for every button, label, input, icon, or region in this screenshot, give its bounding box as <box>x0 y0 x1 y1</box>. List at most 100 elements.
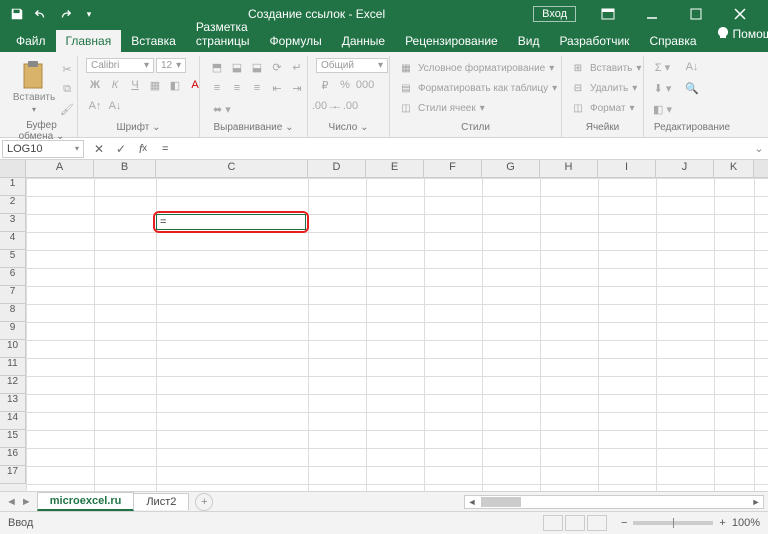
autosum-icon[interactable]: Σ ▾ <box>652 58 673 76</box>
cell-styles-button[interactable]: ◫Стили ячеек▾ <box>398 100 557 116</box>
row-header-3[interactable]: 3 <box>0 214 26 232</box>
border-button[interactable]: ▦ <box>146 76 164 94</box>
page-break-view-icon[interactable] <box>587 515 607 531</box>
format-painter-icon[interactable]: 🖌 <box>58 100 76 118</box>
cancel-formula-icon[interactable]: ✕ <box>88 139 110 159</box>
col-header-J[interactable]: J <box>656 160 714 177</box>
tab-formulas[interactable]: Формулы <box>259 30 331 52</box>
tab-help[interactable]: Справка <box>639 30 706 52</box>
col-header-A[interactable]: A <box>26 160 94 177</box>
col-header-D[interactable]: D <box>308 160 366 177</box>
conditional-formatting-button[interactable]: ▦Условное форматирование▾ <box>398 60 557 76</box>
save-icon[interactable] <box>6 3 28 25</box>
bold-button[interactable]: Ж <box>86 76 104 94</box>
italic-button[interactable]: К <box>106 76 124 94</box>
tab-page-layout[interactable]: Разметка страницы <box>186 16 260 52</box>
undo-icon[interactable] <box>30 3 52 25</box>
col-header-C[interactable]: C <box>156 160 308 177</box>
scroll-thumb[interactable] <box>481 497 521 507</box>
font-size-select[interactable]: 12▾ <box>156 58 186 73</box>
percent-format-icon[interactable]: % <box>336 76 354 94</box>
number-format-select[interactable]: Общий▾ <box>316 58 388 73</box>
row-header-8[interactable]: 8 <box>0 304 26 322</box>
col-header-H[interactable]: H <box>540 160 598 177</box>
align-left-icon[interactable]: ≡ <box>208 79 226 97</box>
active-cell[interactable]: = <box>156 214 306 230</box>
col-header-K[interactable]: K <box>714 160 754 177</box>
ribbon-display-icon[interactable] <box>586 0 630 28</box>
zoom-slider[interactable] <box>633 521 713 525</box>
tab-developer[interactable]: Разработчик <box>549 30 639 52</box>
spreadsheet-grid[interactable]: ABCDEFGHIJK 1234567891011121314151617 = <box>0 160 768 492</box>
add-sheet-button[interactable]: + <box>195 493 213 511</box>
decrease-font-icon[interactable]: A↓ <box>106 97 124 115</box>
zoom-level[interactable]: 100% <box>732 517 760 529</box>
row-header-4[interactable]: 4 <box>0 232 26 250</box>
row-header-9[interactable]: 9 <box>0 322 26 340</box>
tab-review[interactable]: Рецензирование <box>395 30 508 52</box>
fill-color-button[interactable]: ◧ <box>166 76 184 94</box>
tab-home[interactable]: Главная <box>56 30 122 52</box>
decrease-indent-icon[interactable]: ⇤ <box>268 79 286 97</box>
row-header-10[interactable]: 10 <box>0 340 26 358</box>
increase-indent-icon[interactable]: ⇥ <box>288 79 306 97</box>
align-bottom-icon[interactable]: ⬓ <box>248 58 266 76</box>
format-cells-button[interactable]: ◫Формат▾ <box>570 100 641 116</box>
wrap-text-icon[interactable]: ↵ <box>288 58 306 76</box>
scroll-left-icon[interactable]: ◄ <box>465 497 479 507</box>
orientation-icon[interactable]: ⟳ <box>268 58 286 76</box>
accounting-format-icon[interactable]: ₽ <box>316 76 334 94</box>
row-header-17[interactable]: 17 <box>0 466 26 484</box>
row-header-12[interactable]: 12 <box>0 376 26 394</box>
enter-formula-icon[interactable]: ✓ <box>110 139 132 159</box>
row-header-6[interactable]: 6 <box>0 268 26 286</box>
align-center-icon[interactable]: ≡ <box>228 79 246 97</box>
zoom-out-icon[interactable]: − <box>621 517 627 529</box>
row-header-5[interactable]: 5 <box>0 250 26 268</box>
col-header-B[interactable]: B <box>94 160 156 177</box>
row-header-15[interactable]: 15 <box>0 430 26 448</box>
col-header-F[interactable]: F <box>424 160 482 177</box>
col-header-G[interactable]: G <box>482 160 540 177</box>
horizontal-scrollbar[interactable]: ◄ ► <box>464 495 764 509</box>
font-name-select[interactable]: Calibri▾ <box>86 58 154 73</box>
normal-view-icon[interactable] <box>543 515 563 531</box>
col-header-E[interactable]: E <box>366 160 424 177</box>
tab-insert[interactable]: Вставка <box>121 30 186 52</box>
page-layout-view-icon[interactable] <box>565 515 585 531</box>
tab-file[interactable]: Файл <box>6 30 56 52</box>
format-as-table-button[interactable]: ▤Форматировать как таблицу▾ <box>398 80 557 96</box>
increase-font-icon[interactable]: A↑ <box>86 97 104 115</box>
align-middle-icon[interactable]: ⬓ <box>228 58 246 76</box>
row-header-7[interactable]: 7 <box>0 286 26 304</box>
row-header-14[interactable]: 14 <box>0 412 26 430</box>
minimize-icon[interactable] <box>630 0 674 28</box>
row-header-2[interactable]: 2 <box>0 196 26 214</box>
sheet-nav-next-icon[interactable]: ► <box>21 496 32 508</box>
paste-button[interactable]: Вставить ▾ <box>14 58 54 114</box>
align-right-icon[interactable]: ≡ <box>248 79 266 97</box>
find-select-icon[interactable]: 🔍 <box>683 79 701 97</box>
row-header-16[interactable]: 16 <box>0 448 26 466</box>
sheet-tab-2[interactable]: Лист2 <box>133 493 189 510</box>
fill-icon[interactable]: ⬇ ▾ <box>652 79 673 97</box>
select-all-corner[interactable] <box>0 160 26 177</box>
tell-me[interactable]: Помощ <box>717 27 768 41</box>
sheet-nav-prev-icon[interactable]: ◄ <box>6 496 17 508</box>
sheet-tab-1[interactable]: microexcel.ru <box>37 492 135 511</box>
redo-icon[interactable] <box>54 3 76 25</box>
scroll-right-icon[interactable]: ► <box>749 497 763 507</box>
qat-customize-icon[interactable]: ▾ <box>78 3 100 25</box>
delete-cells-button[interactable]: ⊟Удалить▾ <box>570 80 641 96</box>
copy-icon[interactable]: ⧉ <box>58 80 76 98</box>
col-header-I[interactable]: I <box>598 160 656 177</box>
tab-data[interactable]: Данные <box>332 30 395 52</box>
align-top-icon[interactable]: ⬒ <box>208 58 226 76</box>
row-header-13[interactable]: 13 <box>0 394 26 412</box>
expand-formula-bar-icon[interactable]: ⌄ <box>750 142 768 155</box>
underline-button[interactable]: Ч <box>126 76 144 94</box>
insert-cells-button[interactable]: ⊞Вставить▾ <box>570 60 641 76</box>
fx-icon[interactable]: fx <box>132 139 154 159</box>
comma-format-icon[interactable]: 000 <box>356 76 374 94</box>
row-header-1[interactable]: 1 <box>0 178 26 196</box>
